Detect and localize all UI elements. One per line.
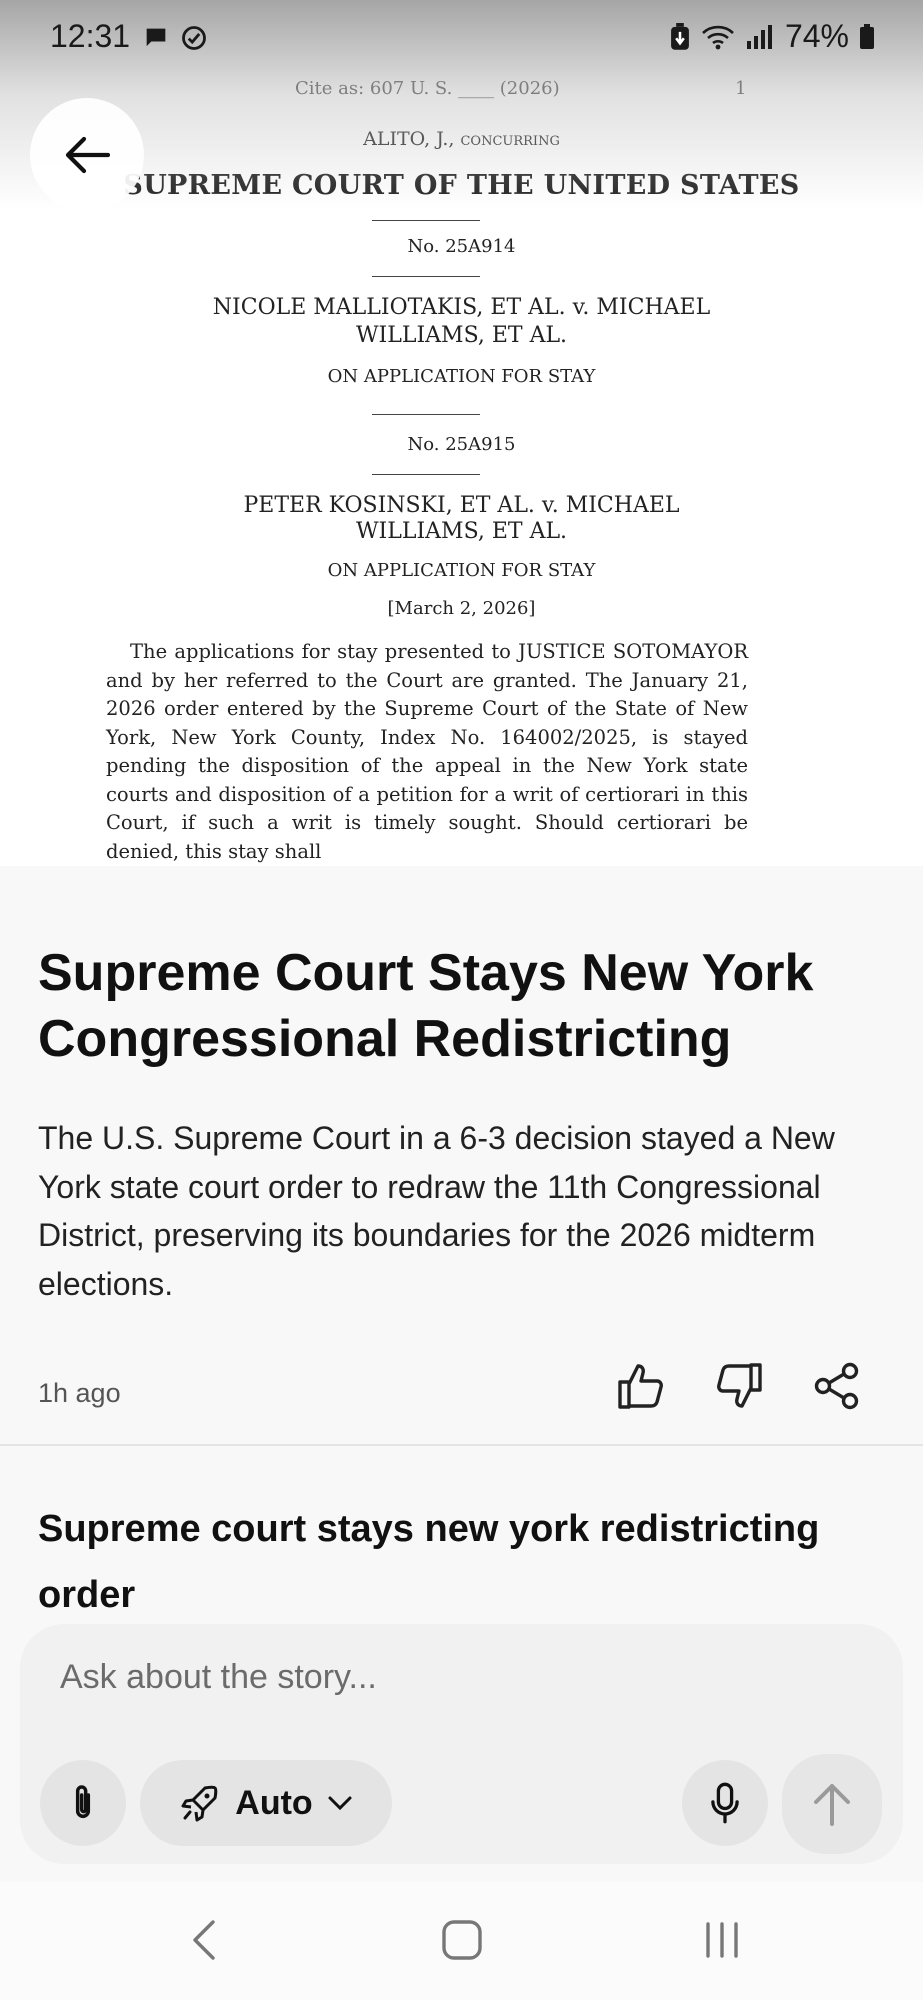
dislike-button[interactable] [713, 1360, 765, 1412]
doc-rule [372, 414, 480, 415]
system-navigation-bar [0, 1882, 923, 2000]
recents-icon [706, 1922, 738, 1958]
ask-input[interactable] [58, 1646, 822, 1708]
chevron-left-icon [193, 1920, 215, 1960]
home-square-icon [442, 1920, 482, 1960]
microphone-button[interactable] [682, 1760, 768, 1846]
article-time: 1h ago [38, 1378, 121, 1408]
arrow-left-icon [65, 136, 110, 174]
doc-case2-parties-1: PETER KOSINSKI, ET AL. v. MICHAEL [243, 493, 680, 518]
doc-page-number: 1 [735, 78, 747, 99]
doc-date: [March 2, 2026] [387, 598, 536, 619]
arrow-up-icon [814, 1784, 850, 1826]
signal-icon [746, 24, 772, 49]
share-button[interactable] [811, 1360, 863, 1412]
status-bar: 12:31 74% [0, 0, 923, 78]
doc-cite: Cite as: 607 U. S. ____ (2026) [295, 78, 560, 99]
mode-label: Auto [235, 1783, 313, 1822]
doc-case2-number: No. 25A915 [407, 434, 516, 455]
doc-rule [372, 276, 480, 277]
system-icons: 74% [669, 18, 875, 55]
chat-bubble-icon [146, 28, 166, 47]
battery-saver-icon [671, 22, 689, 50]
back-button[interactable] [30, 98, 144, 212]
article-headline: Supreme Court Stays New York Congression… [38, 944, 814, 1068]
battery-icon [860, 23, 874, 49]
doc-body-text: The applications for stay presented to J… [106, 640, 748, 863]
doc-case1-parties-1: NICOLE MALLIOTAKIS, ET AL. v. MICHAEL [212, 295, 711, 320]
microphone-icon [711, 1782, 739, 1824]
status-time: 12:31 [50, 18, 131, 54]
chevron-down-icon [328, 1796, 352, 1811]
article-actions [615, 1360, 863, 1412]
doc-rule [372, 220, 480, 221]
related-story-title[interactable]: Supreme court stays new york redistricti… [38, 1496, 898, 1628]
send-button[interactable] [782, 1754, 882, 1854]
doc-case2-application: ON APPLICATION FOR STAY [327, 560, 596, 581]
paperclip-icon [75, 1785, 91, 1818]
thumbs-up-icon [618, 1364, 663, 1409]
doc-case1-number: No. 25A914 [407, 236, 516, 257]
divider [0, 1444, 923, 1446]
check-circle-icon [182, 26, 206, 50]
nav-home-button[interactable] [422, 1910, 502, 1970]
rocket-icon [181, 1785, 218, 1822]
wifi-icon [702, 25, 734, 49]
doc-case1-parties-2: WILLIAMS, ET AL. [355, 323, 568, 348]
article-summary: The U.S. Supreme Court in a 6-3 decision… [38, 1120, 835, 1302]
nav-recents-button[interactable] [682, 1910, 762, 1970]
doc-case1-application: ON APPLICATION FOR STAY [327, 366, 596, 387]
mode-selector[interactable]: Auto [140, 1760, 392, 1846]
nav-back-button[interactable] [164, 1910, 244, 1970]
share-icon [814, 1362, 859, 1410]
attach-button[interactable] [40, 1760, 126, 1846]
notification-icons [142, 24, 208, 52]
battery-percent: 74% [784, 18, 849, 54]
doc-case2-parties-2: WILLIAMS, ET AL. [355, 519, 568, 544]
like-button[interactable] [615, 1360, 667, 1412]
ask-box: Auto [20, 1624, 903, 1864]
doc-rule [372, 474, 480, 475]
thumbs-down-icon [717, 1363, 762, 1408]
